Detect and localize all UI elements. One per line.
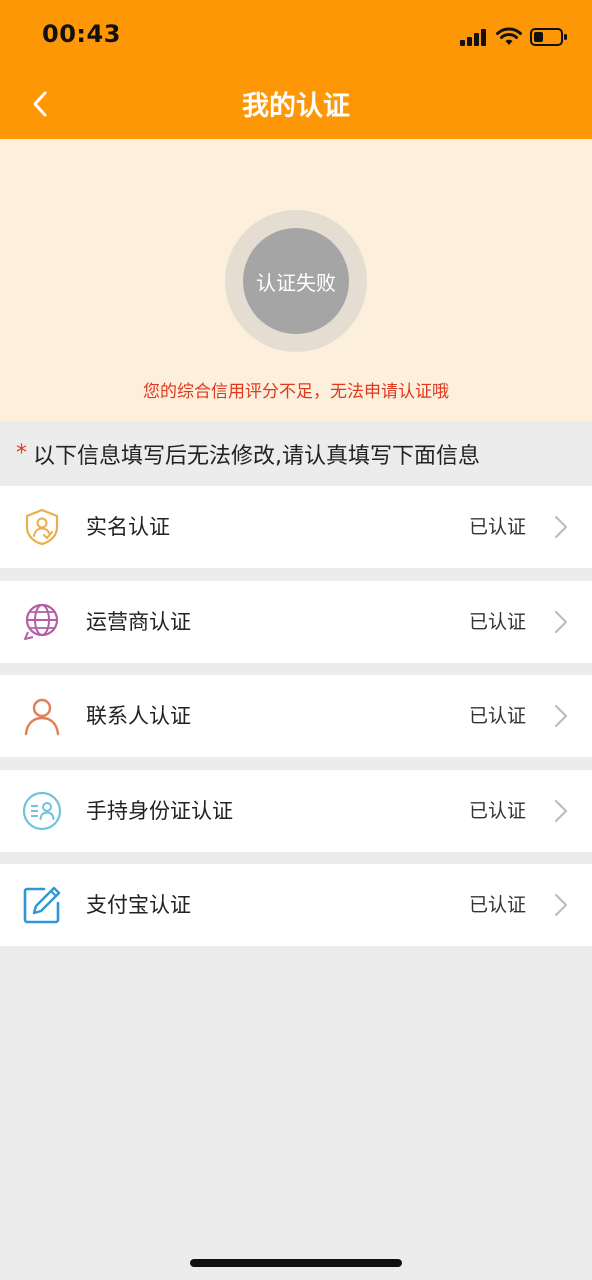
globe-icon: [24, 603, 59, 640]
list-item-realname-verification[interactable]: 实名认证 已认证: [0, 486, 592, 568]
notice-text: 以下信息填写后无法修改,请认真填写下面信息: [33, 443, 480, 469]
chevron-right-icon: [554, 799, 568, 823]
notice-banner: * 以下信息填写后无法修改,请认真填写下面信息: [0, 421, 592, 486]
chevron-right-icon: [554, 893, 568, 917]
status-time: 00:43: [42, 20, 121, 48]
list-item-alipay-verification[interactable]: 支付宝认证 已认证: [0, 864, 592, 946]
home-indicator[interactable]: [190, 1259, 402, 1267]
battery-icon: [530, 28, 567, 46]
edit-icon: [23, 886, 61, 924]
signal-icon: [460, 29, 486, 46]
item-status: 已认证: [468, 705, 526, 727]
status-icons: [460, 24, 568, 50]
chevron-right-icon: [554, 704, 568, 728]
item-label: 实名认证: [86, 515, 170, 539]
shield-user-icon: [25, 508, 59, 546]
item-label: 手持身份证认证: [86, 799, 233, 823]
page-title: 我的认证: [242, 91, 350, 122]
item-status: 已认证: [468, 516, 526, 538]
verification-result-panel: 认证失败 您的综合信用评分不足，无法申请认证哦: [0, 139, 592, 421]
list-item-carrier-verification[interactable]: 运营商认证 已认证: [0, 581, 592, 663]
list-item-contact-verification[interactable]: 联系人认证 已认证: [0, 675, 592, 757]
item-label: 运营商认证: [86, 610, 191, 634]
chevron-right-icon: [554, 515, 568, 539]
item-status: 已认证: [468, 800, 526, 822]
chevron-right-icon: [554, 610, 568, 634]
wifi-icon: [496, 27, 522, 45]
result-message: 您的综合信用评分不足，无法申请认证哦: [143, 382, 449, 402]
item-status: 已认证: [468, 611, 526, 633]
item-label: 联系人认证: [86, 704, 191, 728]
header-bar: 00:43 我的认证: [0, 0, 592, 139]
item-label: 支付宝认证: [86, 893, 191, 917]
person-icon: [24, 698, 60, 736]
list-item-handheld-id-verification[interactable]: 手持身份证认证 已认证: [0, 770, 592, 852]
result-label: 认证失败: [256, 270, 336, 295]
result-badge: 认证失败: [243, 228, 349, 334]
id-card-icon: [22, 791, 62, 831]
item-status: 已认证: [468, 894, 526, 916]
required-asterisk: *: [16, 441, 27, 466]
